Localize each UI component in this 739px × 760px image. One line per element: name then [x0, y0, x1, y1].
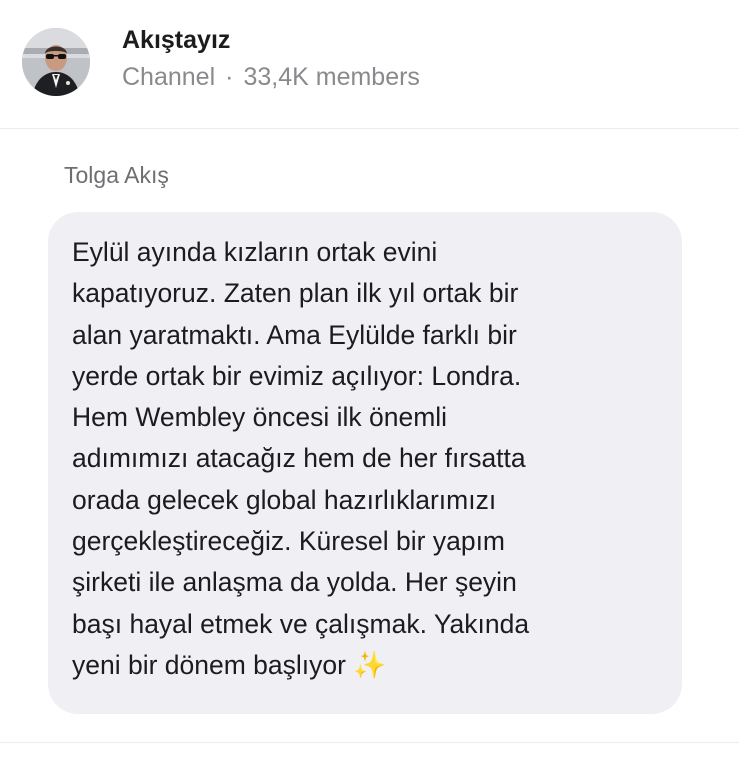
bottom-divider	[0, 742, 739, 743]
message-text: Eylül ayında kızların ortak evini kapatı…	[72, 237, 530, 680]
meta-separator: ·	[225, 63, 234, 91]
channel-type: Channel	[122, 63, 216, 91]
message-sender-name[interactable]: Tolga Akış	[64, 162, 169, 189]
header-divider	[0, 128, 739, 129]
channel-header[interactable]: Akıştayız Channel · 33,4K members	[0, 0, 739, 128]
message-bubble[interactable]: Eylül ayında kızların ortak evini kapatı…	[48, 212, 682, 714]
channel-avatar[interactable]	[22, 28, 90, 96]
message-body: Eylül ayında kızların ortak evini kapatı…	[72, 232, 664, 686]
avatar-photo-icon	[22, 28, 90, 96]
channel-title: Akıştayız	[122, 26, 231, 54]
member-count: 33,4K members	[243, 63, 420, 91]
channel-subtitle: Channel · 33,4K members	[122, 63, 420, 92]
sparkles-icon: ✨	[353, 649, 387, 680]
channel-message-view: Akıştayız Channel · 33,4K members Tolga Ak…	[0, 0, 739, 760]
